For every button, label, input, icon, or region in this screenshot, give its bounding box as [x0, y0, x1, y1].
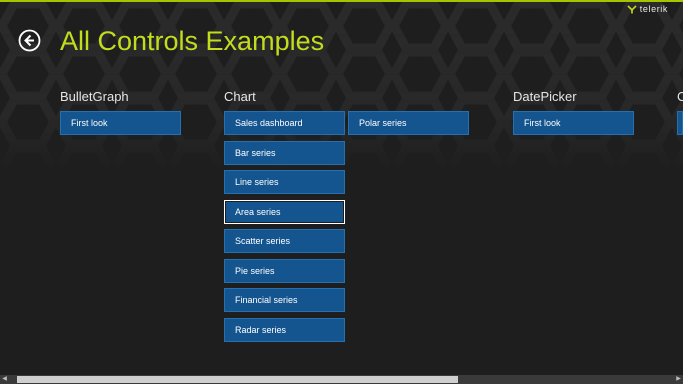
group-datepicker: DatePicker First look: [513, 89, 634, 135]
tile-scatter-series[interactable]: Scatter series: [224, 229, 345, 253]
app-window: All Controls Examples telerik BulletGrap…: [0, 0, 683, 384]
telerik-logo: telerik: [627, 4, 668, 14]
tile-bulletgraph-first-look[interactable]: First look: [60, 111, 181, 135]
group-chart: Chart Sales dashboard Bar series Line se…: [224, 89, 469, 342]
page-title: All Controls Examples: [60, 26, 325, 56]
group-header-partial: C: [677, 89, 683, 104]
group-header-datepicker: DatePicker: [513, 89, 577, 104]
tile-datepicker-first-look[interactable]: First look: [513, 111, 634, 135]
horizontal-scrollbar[interactable]: ◀ ▶: [0, 375, 683, 384]
telerik-logo-icon: [627, 4, 637, 13]
tile-partial[interactable]: [677, 111, 683, 135]
back-button[interactable]: [18, 29, 41, 52]
group-partial: C: [677, 89, 683, 135]
group-bulletgraph: BulletGraph First look: [60, 89, 181, 135]
tile-area-series[interactable]: Area series: [224, 199, 345, 224]
group-header-chart: Chart: [224, 89, 256, 104]
scrollbar-thumb[interactable]: [17, 376, 458, 383]
group-header-bulletgraph: BulletGraph: [60, 89, 129, 104]
tile-financial-series[interactable]: Financial series: [224, 288, 345, 312]
scroll-right-arrow-icon[interactable]: ▶: [674, 375, 683, 384]
tile-bar-series[interactable]: Bar series: [224, 140, 345, 165]
tile-sales-dashboard[interactable]: Sales dashboard: [224, 111, 345, 135]
logo-text: telerik: [639, 4, 668, 14]
scroll-left-arrow-icon[interactable]: ◀: [0, 375, 9, 384]
tile-radar-series[interactable]: Radar series: [224, 317, 345, 342]
tile-line-series[interactable]: Line series: [224, 170, 345, 194]
tile-pie-series[interactable]: Pie series: [224, 258, 345, 283]
tile-polar-series[interactable]: Polar series: [348, 111, 469, 135]
back-arrow-icon: [18, 29, 41, 52]
